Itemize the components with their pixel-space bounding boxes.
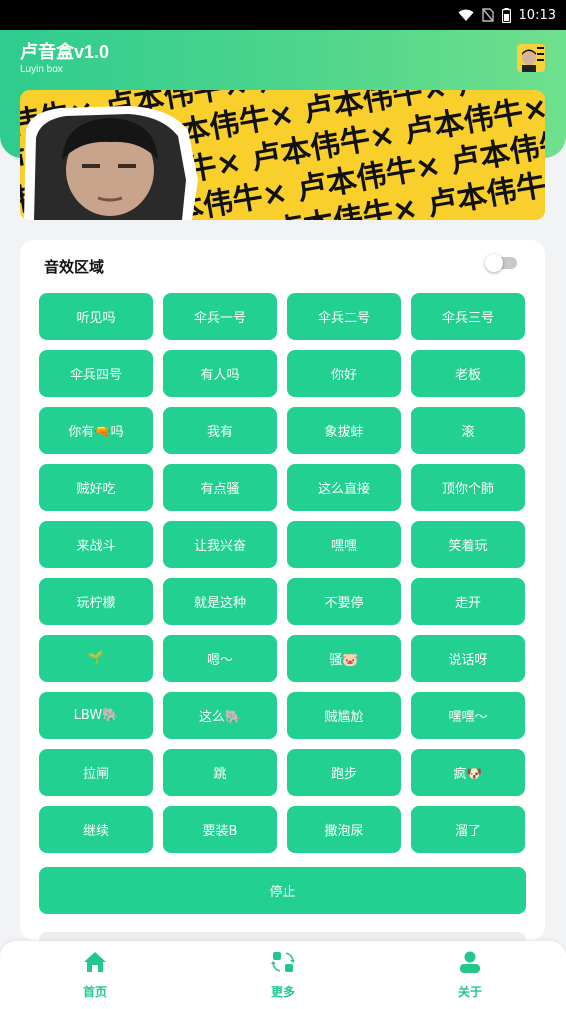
sound-button[interactable]: 让我兴奋	[163, 521, 277, 568]
sound-button[interactable]: 嗯～	[163, 635, 277, 682]
no-sim-icon	[481, 8, 494, 22]
sound-button[interactable]: 这么直接	[287, 464, 401, 511]
user-icon	[458, 951, 482, 977]
nav-item-more[interactable]: 更多	[243, 951, 323, 1003]
bottom-nav: 首页 更多 关于	[0, 941, 566, 1009]
sound-button[interactable]: 不要停	[287, 578, 401, 625]
sound-button[interactable]: 嘿嘿～	[411, 692, 525, 739]
sound-button[interactable]: 你有🔫吗	[39, 407, 153, 454]
app-subtitle: Luyin box	[20, 64, 63, 75]
avatar[interactable]	[517, 44, 545, 72]
nav-item-about[interactable]: 关于	[430, 951, 510, 1003]
battery-icon	[501, 7, 511, 23]
sound-button[interactable]: 我有	[163, 407, 277, 454]
sound-button[interactable]: 有人吗	[163, 350, 277, 397]
sound-button[interactable]: 疯🐶	[411, 749, 525, 796]
sound-button[interactable]: 顶你个肺	[411, 464, 525, 511]
sound-button[interactable]: 听见吗	[39, 293, 153, 340]
sound-button[interactable]: 伞兵四号	[39, 350, 153, 397]
sound-button[interactable]: 嘿嘿	[287, 521, 401, 568]
sound-button[interactable]: 伞兵一号	[163, 293, 277, 340]
status-bar: 10:13	[0, 0, 566, 30]
sound-button[interactable]: 走开	[411, 578, 525, 625]
sound-button[interactable]: 笑着玩	[411, 521, 525, 568]
sound-button[interactable]: 来战斗	[39, 521, 153, 568]
sound-button[interactable]: 伞兵二号	[287, 293, 401, 340]
nav-label-about: 关于	[457, 985, 482, 999]
sound-button[interactable]: 老板	[411, 350, 525, 397]
nav-label-home: 首页	[82, 985, 107, 999]
sound-button[interactable]: 溜了	[411, 806, 525, 853]
sound-button[interactable]: 这么🐘	[163, 692, 277, 739]
nav-item-home[interactable]: 首页	[55, 951, 135, 1003]
sound-button[interactable]: 拉闸	[39, 749, 153, 796]
sound-button[interactable]: 说话呀	[411, 635, 525, 682]
banner-image: 卢本伟牛× 卢本伟牛× 卢本伟牛× 卢本伟牛× 卢本伟牛× 卢本伟牛× 卢本伟牛…	[20, 90, 545, 220]
section-title: 音效区域	[44, 258, 105, 276]
sound-button[interactable]: 滚	[411, 407, 525, 454]
sound-button[interactable]: LBW🐘	[39, 692, 153, 739]
sound-button[interactable]: 贼好吃	[39, 464, 153, 511]
toggle-knob	[485, 254, 503, 272]
stop-button[interactable]: 停止	[39, 867, 526, 914]
sound-button[interactable]: 跑步	[287, 749, 401, 796]
sound-button[interactable]: 跳	[163, 749, 277, 796]
sound-button[interactable]: 你好	[287, 350, 401, 397]
sound-button[interactable]: 贼尴尬	[287, 692, 401, 739]
sound-button[interactable]: 撒泡尿	[287, 806, 401, 853]
status-time: 10:13	[518, 7, 556, 23]
sound-button[interactable]: 伞兵三号	[411, 293, 525, 340]
sound-button-grid: 听见吗 伞兵一号 伞兵二号 伞兵三号 伞兵四号 有人吗 你好 老板 你有🔫吗 我…	[39, 293, 525, 853]
sound-button[interactable]: 玩柠檬	[39, 578, 153, 625]
sound-toggle[interactable]	[485, 254, 517, 272]
app-title: 卢音盒v1.0	[20, 42, 110, 62]
sound-button[interactable]: 就是这种	[163, 578, 277, 625]
sound-button[interactable]: 要装B	[163, 806, 277, 853]
home-icon	[83, 951, 107, 977]
sound-button[interactable]: 有点骚	[163, 464, 277, 511]
sound-button[interactable]: 继续	[39, 806, 153, 853]
nav-label-more: 更多	[270, 985, 295, 999]
wifi-icon	[458, 9, 474, 22]
sound-button[interactable]: 象拔蚌	[287, 407, 401, 454]
sound-button[interactable]: 骚🐷	[287, 635, 401, 682]
sound-button[interactable]: 🌱	[39, 635, 153, 682]
more-icon	[271, 951, 295, 977]
